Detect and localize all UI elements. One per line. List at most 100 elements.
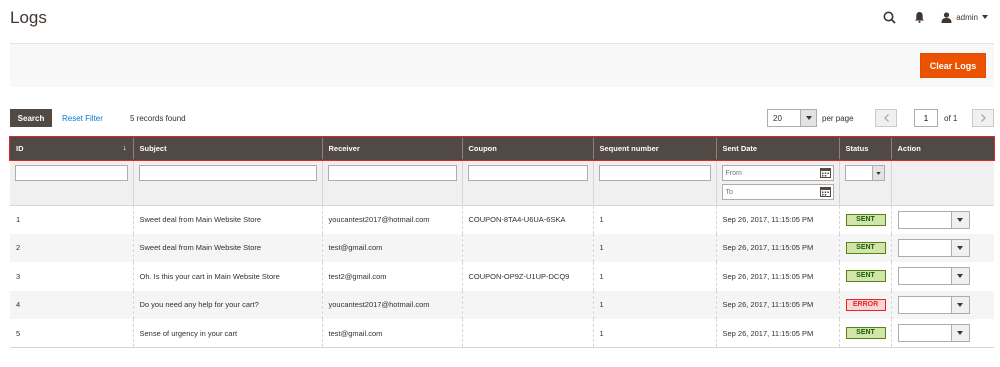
filter-receiver-input[interactable] — [327, 165, 457, 181]
cell-subject: Oh. Is this your cart in Main Website St… — [132, 262, 322, 291]
filter-id-input[interactable] — [15, 165, 128, 181]
row-action-select[interactable] — [897, 210, 970, 229]
cell-status: SENT — [838, 205, 891, 234]
per-page-select[interactable]: 20 — [767, 109, 817, 127]
status-badge: SENT — [845, 270, 886, 283]
cell-subject: Sweet deal from Main Website Store — [132, 233, 322, 262]
chevron-down-icon — [800, 110, 816, 126]
cell-status: SENT — [838, 233, 891, 262]
cell-receiver: youcantest2017@hotmail.com — [321, 290, 462, 319]
cell-status: SENT — [838, 262, 891, 291]
cell-action — [890, 319, 994, 348]
calendar-icon[interactable] — [819, 186, 831, 197]
cell-action — [890, 262, 994, 291]
calendar-icon[interactable] — [819, 167, 831, 178]
chevron-down-icon — [950, 239, 969, 256]
cell-id: 1 — [16, 215, 21, 224]
row-action-select[interactable] — [897, 267, 970, 286]
cell-id: 5 — [10, 319, 133, 348]
cell-sequent-number: 1 — [592, 290, 716, 319]
row-action-select[interactable] — [897, 295, 970, 314]
column-header-sequent-number[interactable]: Sequent number — [592, 137, 716, 160]
previous-page-button[interactable] — [875, 109, 897, 127]
next-page-button[interactable] — [972, 109, 994, 127]
cell-sequent-number: 1 — [592, 262, 716, 291]
cell-status: ERROR — [838, 290, 891, 319]
table-row[interactable]: 5 Sense of urgency in your cart test@gmail… — [10, 319, 994, 348]
cell-sent-date: Sep 26, 2017, 11:15:05 PM — [715, 319, 839, 348]
row-action-select[interactable] — [897, 324, 970, 342]
search-button[interactable]: Search — [10, 109, 52, 127]
cell-action — [890, 205, 994, 234]
cell-receiver: test@gmail.com — [321, 319, 462, 348]
cell-sequent-number: 1 — [592, 319, 716, 348]
table-row[interactable]: 1 Sweet deal from Main Website Store youca… — [10, 205, 994, 234]
cell-receiver: test@gmail.com — [321, 233, 462, 262]
reset-filter-link[interactable]: Reset Filter — [62, 114, 103, 123]
chevron-down-icon — [950, 325, 969, 341]
filter-date-from-input[interactable] — [721, 165, 834, 181]
cell-id: 3 — [16, 271, 21, 281]
cell-sent-date: Sep 26, 2017, 11:15:05 PM — [715, 205, 839, 234]
page-actions-bar: Clear Logs — [10, 43, 994, 87]
chevron-down-icon — [950, 211, 969, 228]
status-badge: ERROR — [845, 298, 886, 311]
status-badge: SENT — [845, 213, 886, 226]
cell-sequent-number: 1 — [592, 233, 716, 262]
column-header-receiver[interactable]: Receiver — [321, 137, 462, 160]
column-header-sent-date[interactable]: Sent Date — [715, 137, 839, 160]
filter-status-select[interactable] — [844, 165, 885, 181]
table-row[interactable]: 2 Sweet deal from Main Website Store test@… — [10, 233, 994, 262]
cell-action — [890, 290, 994, 319]
cell-sent-date: Sep 26, 2017, 11:15:05 PM — [715, 262, 839, 291]
cell-subject: Sweet deal from Main Website Store — [132, 205, 322, 234]
column-header-id[interactable]: ID ↓ — [10, 137, 133, 160]
table-row[interactable]: 4 Do you need any help for your cart? youc… — [10, 290, 994, 319]
cell-subject: Do you need any help for your cart? — [132, 290, 322, 319]
status-badge: SENT — [845, 327, 886, 339]
records-count: 5 records found — [130, 114, 186, 123]
cell-id: 2 — [10, 233, 133, 262]
cell-action — [890, 233, 994, 262]
clear-logs-button[interactable]: Clear Logs — [920, 53, 986, 78]
page-number-input[interactable] — [914, 109, 938, 127]
chevron-down-icon — [950, 268, 969, 285]
bell-icon[interactable] — [911, 9, 927, 25]
per-page-value: 20 — [773, 114, 782, 123]
chevron-down-icon — [950, 296, 969, 313]
cell-sent-date: Sep 26, 2017, 11:15:05 PM — [715, 290, 839, 319]
filter-sequent-input[interactable] — [598, 165, 711, 181]
table-row[interactable]: 3 Oh. Is this your cart in Main Website S… — [10, 262, 994, 291]
cell-receiver: youcantest2017@hotmail.com — [321, 205, 462, 234]
grid-filter-row — [10, 160, 994, 206]
per-page-label: per page — [822, 114, 854, 123]
chevron-right-icon — [980, 114, 986, 122]
user-name: admin — [956, 12, 978, 22]
column-header-subject[interactable]: Subject — [132, 137, 322, 160]
grid-toolbar: Search Reset Filter 5 records found 20 p… — [10, 109, 994, 129]
user-icon — [941, 11, 952, 23]
chevron-left-icon — [883, 114, 889, 122]
page-total: of 1 — [944, 114, 958, 123]
column-header-status[interactable]: Status — [838, 137, 891, 160]
row-action-select[interactable] — [897, 238, 970, 257]
search-icon[interactable] — [881, 9, 897, 25]
cell-sequent-number: 1 — [592, 205, 716, 234]
user-menu[interactable]: admin — [941, 11, 988, 23]
filter-subject-input[interactable] — [138, 165, 317, 181]
filter-date-to-input[interactable] — [721, 184, 834, 200]
header-actions: admin — [881, 9, 988, 25]
page-title: Logs — [10, 8, 47, 27]
cell-coupon: COUPON-8TA4-U6UA-6SKA — [461, 205, 593, 234]
sort-down-icon: ↓ — [122, 143, 127, 152]
cell-coupon — [461, 233, 593, 262]
cell-coupon — [461, 319, 593, 348]
chevron-down-icon — [871, 166, 884, 180]
cell-coupon — [461, 290, 593, 319]
cell-coupon: COUPON-OP9Z-U1UP-DCQ9 — [461, 262, 593, 291]
caret-down-icon — [982, 15, 988, 19]
logs-grid: ID ↓ Subject Receiver Coupon Sequent numb… — [9, 136, 995, 348]
filter-coupon-input[interactable] — [467, 165, 588, 181]
cell-sent-date: Sep 26, 2017, 11:15:05 PM — [715, 233, 839, 262]
column-header-coupon[interactable]: Coupon — [461, 137, 593, 160]
